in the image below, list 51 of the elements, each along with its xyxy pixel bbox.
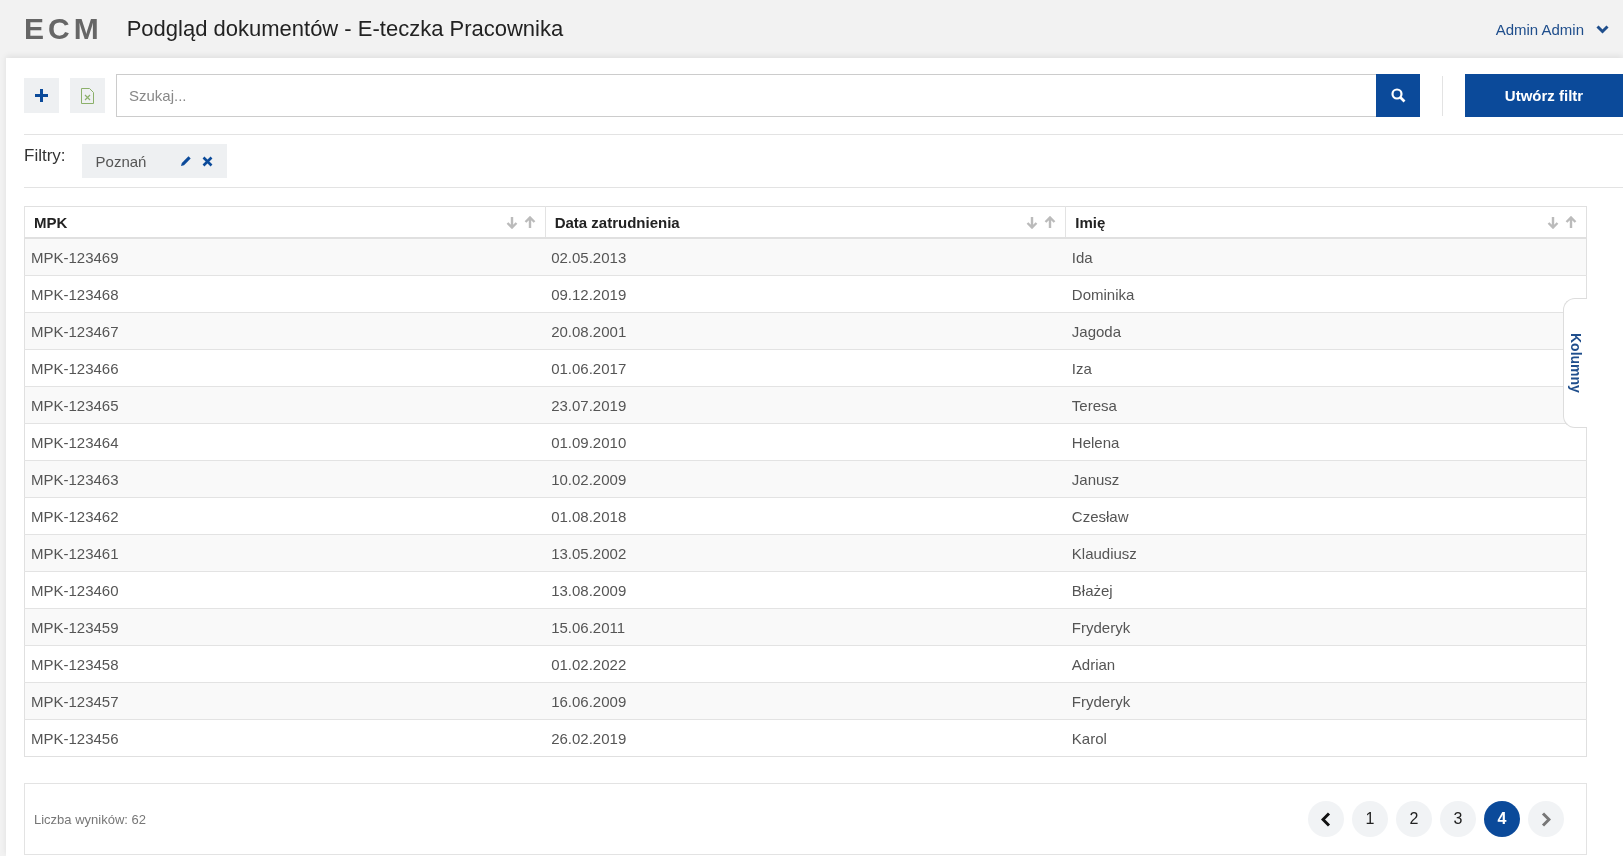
- chevron-down-icon: [1596, 24, 1609, 34]
- page-button[interactable]: 3: [1440, 801, 1476, 837]
- pencil-icon: [180, 155, 193, 167]
- page-button[interactable]: 2: [1396, 801, 1432, 837]
- search-field[interactable]: Szukaj...: [116, 74, 1376, 117]
- table-cell: MPK-123457: [24, 682, 546, 720]
- prev-page-button[interactable]: [1308, 801, 1344, 837]
- table-cell: Ida: [1065, 238, 1587, 276]
- table-cell: MPK-123463: [24, 460, 546, 498]
- app-logo: ECM: [24, 12, 103, 46]
- remove-filter-button[interactable]: [202, 155, 214, 167]
- close-icon: [202, 155, 214, 167]
- page-button[interactable]: 1: [1352, 801, 1388, 837]
- table-cell: MPK-123459: [24, 608, 546, 646]
- spreadsheet-file-icon: [81, 87, 94, 104]
- chevron-right-icon: [1541, 811, 1551, 827]
- create-filter-button[interactable]: Utwórz filtr: [1465, 74, 1623, 117]
- table-cell: Janusz: [1065, 460, 1587, 498]
- table-cell: Fryderyk: [1065, 682, 1587, 720]
- sort-arrows-icon: [1026, 215, 1057, 229]
- edit-filter-button[interactable]: [180, 155, 193, 167]
- add-button[interactable]: [24, 78, 59, 113]
- page-button[interactable]: 4: [1484, 801, 1520, 837]
- table-cell: MPK-123467: [24, 312, 546, 350]
- table-cell: MPK-123465: [24, 386, 546, 424]
- table-cell: 10.02.2009: [545, 460, 1066, 498]
- table-cell: MPK-123469: [24, 238, 546, 276]
- user-menu[interactable]: Admin Admin: [1495, 20, 1609, 38]
- search-button[interactable]: [1376, 74, 1420, 117]
- table-cell: 23.07.2019: [545, 386, 1066, 424]
- table-cell: 26.02.2019: [545, 719, 1066, 757]
- columns-tab[interactable]: Kolumny: [1563, 298, 1587, 428]
- table-cell: MPK-123456: [24, 719, 546, 757]
- table-cell: 16.06.2009: [545, 682, 1066, 720]
- page-title: Podgląd dokumentów - E-teczka Pracownika: [126, 16, 564, 42]
- sort-arrows-icon: [1547, 215, 1577, 229]
- table-cell: Karol: [1065, 719, 1587, 757]
- result-count: Liczba wyników: 62: [34, 811, 147, 827]
- table-cell: 20.08.2001: [545, 312, 1066, 350]
- table-cell: 13.05.2002: [545, 534, 1066, 572]
- search-icon: [1390, 88, 1406, 103]
- chevron-left-icon: [1321, 811, 1331, 827]
- plus-icon: [35, 89, 48, 102]
- table-cell: 15.06.2011: [545, 608, 1066, 646]
- table-cell: Klaudiusz: [1065, 534, 1587, 572]
- filters-label: Filtry:: [24, 146, 66, 166]
- sort-arrows-icon: [505, 215, 536, 229]
- filter-chip-label: Poznań: [95, 152, 147, 170]
- table-cell: 02.05.2013: [545, 238, 1066, 276]
- table-cell: Fryderyk: [1065, 608, 1587, 646]
- table-cell: MPK-123461: [24, 534, 546, 572]
